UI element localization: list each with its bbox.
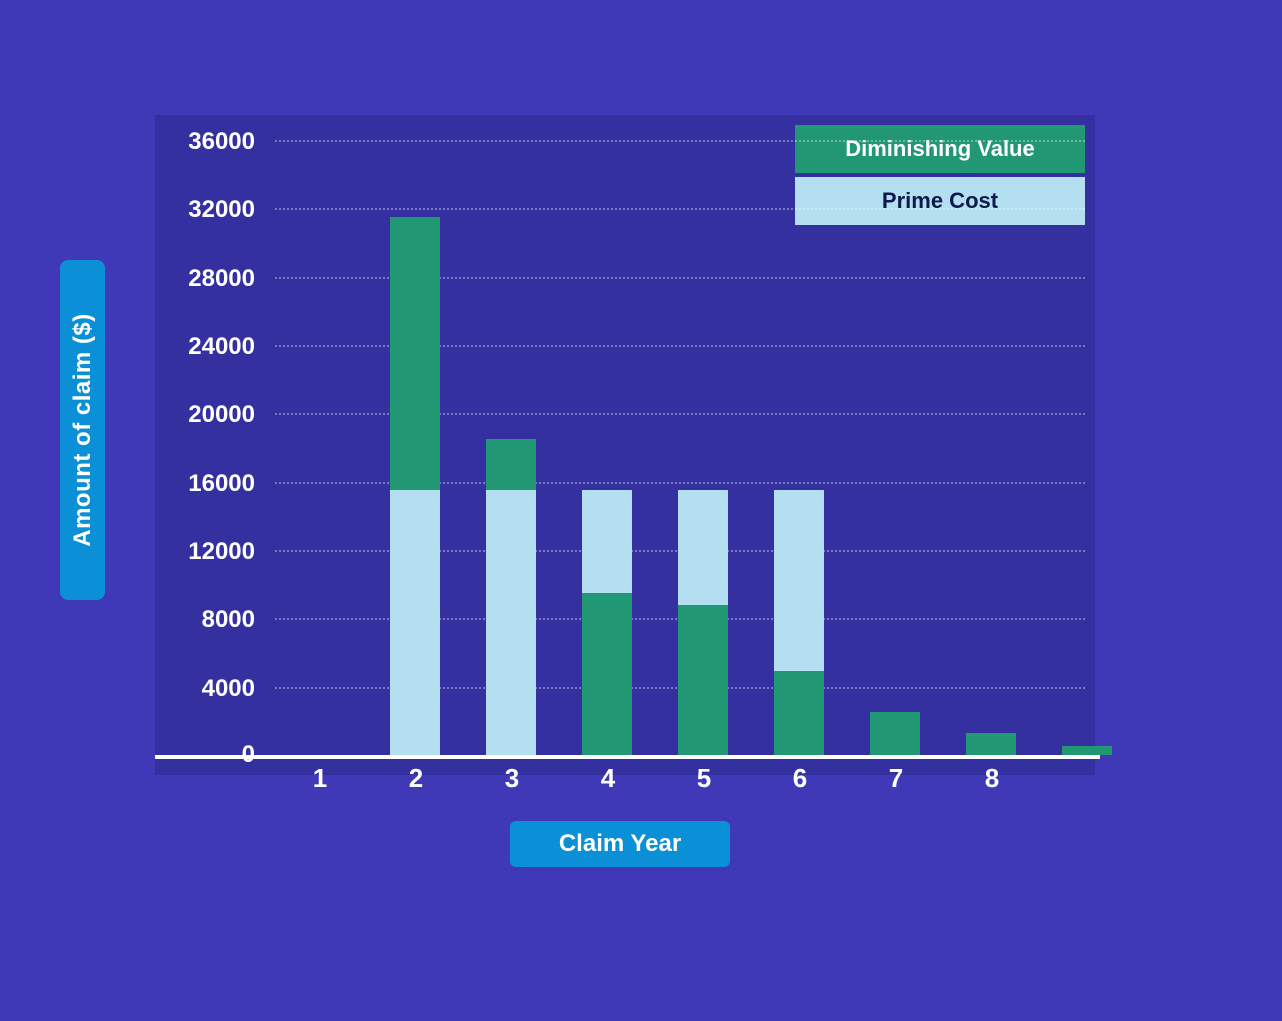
bar-prime-cost: [486, 490, 536, 755]
x-tick-label: 5: [679, 763, 729, 794]
x-tick-label: 3: [487, 763, 537, 794]
x-tick-label: 4: [583, 763, 633, 794]
x-tick-label: 7: [871, 763, 921, 794]
x-axis-title: Claim Year: [559, 830, 681, 858]
y-tick-label: 32000: [165, 196, 255, 224]
y-tick-label: 4000: [165, 675, 255, 703]
bars-layer: [275, 140, 1085, 755]
bar-diminishing-value: [870, 712, 920, 755]
y-tick-label: 16000: [165, 470, 255, 498]
x-axis-title-box: Claim Year: [510, 821, 730, 867]
y-axis-title-box: Amount of claim ($): [60, 260, 105, 600]
y-tick-label: 8000: [165, 606, 255, 634]
y-tick-label: 20000: [165, 401, 255, 429]
x-tick-label: 2: [391, 763, 441, 794]
x-axis-line: [155, 755, 1100, 759]
bar-diminishing-value: [678, 605, 728, 755]
y-tick-label: 28000: [165, 265, 255, 293]
bar-prime-cost: [390, 490, 440, 755]
chart-container: Amount of claim ($) Diminishing Value Pr…: [60, 115, 1110, 915]
y-tick-label: 12000: [165, 538, 255, 566]
y-axis-title: Amount of claim ($): [69, 313, 97, 547]
chart-panel: Diminishing Value Prime Cost 36000 32000…: [155, 115, 1095, 775]
bar-diminishing-value: [582, 593, 632, 755]
y-tick-label: 36000: [165, 128, 255, 156]
x-tick-label: 1: [295, 763, 345, 794]
bar-diminishing-value: [774, 671, 824, 755]
bar-diminishing-value: [1062, 746, 1112, 755]
bar-diminishing-value: [966, 733, 1016, 755]
y-tick-label: 24000: [165, 333, 255, 361]
x-tick-label: 6: [775, 763, 825, 794]
x-tick-label: 8: [967, 763, 1017, 794]
